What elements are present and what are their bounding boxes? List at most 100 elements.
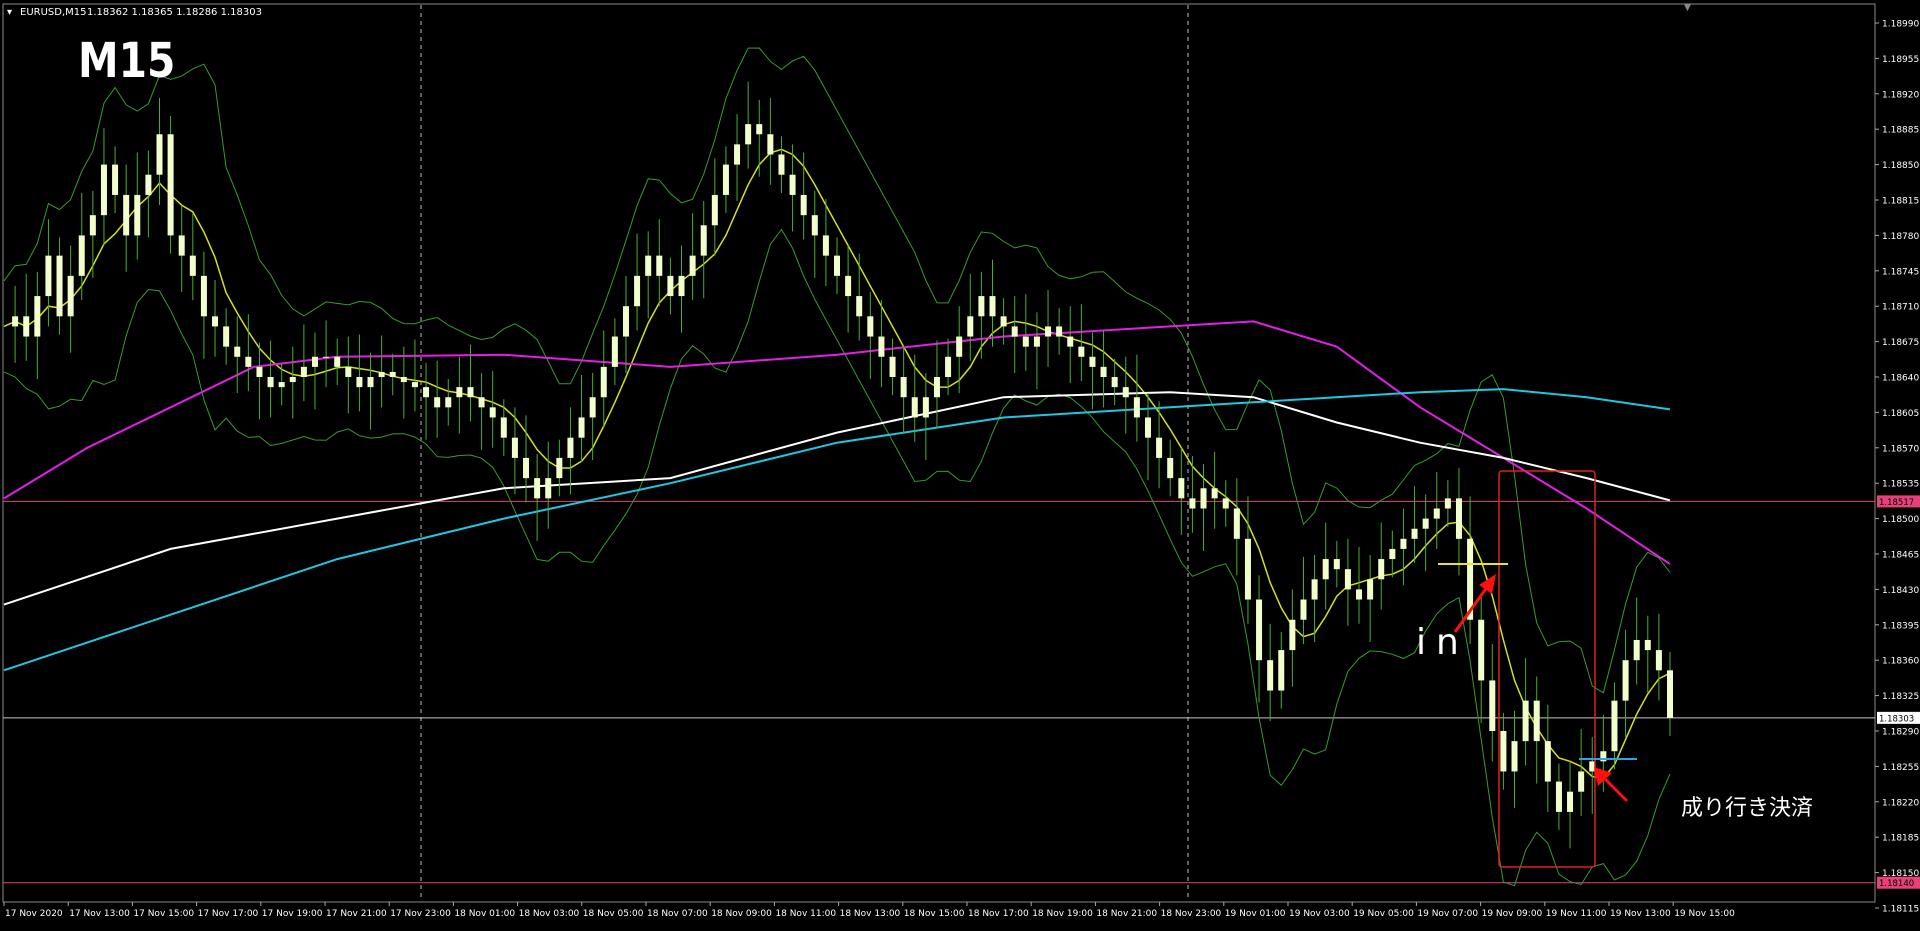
candle-body — [256, 366, 263, 377]
time-tick-label: 17 Nov 13:00 — [69, 909, 130, 919]
candle-body — [178, 235, 185, 256]
price-tick-label: 1.18290 — [1882, 728, 1919, 738]
time-tick-label: 19 Nov 07:00 — [1417, 909, 1478, 919]
candle-body — [1144, 417, 1151, 438]
candle-body — [1111, 377, 1118, 388]
candle-body — [500, 417, 507, 438]
candle-body — [456, 387, 463, 398]
candle-body — [922, 397, 929, 418]
candle-body — [67, 275, 74, 317]
candle-body — [411, 382, 418, 388]
candle-body — [689, 255, 696, 276]
candle-body — [434, 397, 441, 408]
time-tick-label: 18 Nov 21:00 — [1096, 909, 1157, 919]
time-tick-label: 17 Nov 19:00 — [262, 909, 323, 919]
candle-body — [867, 316, 874, 337]
candle-body — [900, 377, 907, 398]
candle-body — [967, 316, 974, 337]
chart-shift-icon[interactable]: ▼ — [1684, 3, 1691, 13]
candle-body — [1233, 508, 1240, 539]
candle-body — [189, 255, 196, 276]
symbol-timeframe: EURUSD,M15 — [20, 7, 86, 18]
candle-body — [1389, 548, 1396, 560]
price-tag-low: 1.18140 — [1879, 879, 1914, 889]
candle-body — [245, 356, 252, 367]
timeframe-label: M15 — [78, 33, 175, 89]
candle-body — [1422, 518, 1429, 529]
candle-body — [167, 134, 174, 236]
candle-body — [1178, 478, 1185, 499]
candle-body — [545, 478, 552, 499]
price-tick-label: 1.18185 — [1882, 834, 1919, 844]
candle-body — [45, 255, 52, 297]
candle-body — [1411, 528, 1418, 539]
candle-body — [611, 336, 618, 367]
price-tick-label: 1.18535 — [1882, 480, 1919, 490]
price-tick-label: 1.18605 — [1882, 409, 1919, 419]
candle-body — [567, 437, 574, 458]
symbol-dropdown-icon[interactable]: ▾ — [7, 7, 12, 18]
candle-body — [212, 316, 219, 327]
candle-body — [1311, 579, 1318, 600]
candle-body — [1322, 559, 1329, 580]
price-tick-label: 1.18465 — [1882, 551, 1919, 561]
candle-body — [956, 336, 963, 357]
candle-body — [1056, 326, 1063, 337]
price-tick-label: 1.18360 — [1882, 657, 1919, 667]
chart-window[interactable]: 1.18990 1.18955 1.18920 1.18885 1.18850 1.188… — [0, 0, 1920, 927]
time-tick-label: 19 Nov 13:00 — [1610, 909, 1671, 919]
candle-body — [511, 437, 518, 458]
candle-body — [1444, 498, 1451, 509]
price-tag-high: 1.18517 — [1879, 498, 1914, 508]
candle-body — [78, 235, 85, 276]
candle-body — [989, 296, 996, 317]
candle-body — [1356, 589, 1363, 600]
candle-body — [323, 356, 330, 358]
candle-body — [1611, 700, 1618, 752]
candle-body — [1578, 771, 1585, 792]
candle-body — [1667, 670, 1673, 718]
candle-body — [400, 377, 407, 383]
price-tick-label: 1.18885 — [1882, 126, 1919, 136]
candle-body — [200, 275, 207, 317]
candle-body — [1455, 498, 1462, 539]
price-chart[interactable]: 1.18990 1.18955 1.18920 1.18885 1.18850 1.188… — [0, 0, 1920, 927]
price-tick-label: 1.18395 — [1882, 621, 1919, 631]
price-tag-current: 1.18303 — [1879, 714, 1914, 724]
candle-body — [1278, 650, 1285, 691]
candle-body — [112, 164, 119, 195]
candle-body — [134, 194, 141, 236]
candle-body — [523, 457, 530, 479]
candle-body — [856, 296, 863, 317]
candle-body — [1622, 660, 1629, 701]
candle-body — [1200, 488, 1207, 509]
candle-body — [1333, 559, 1340, 570]
candle-body — [445, 397, 452, 408]
candle-body — [489, 407, 496, 418]
time-tick-label: 18 Nov 03:00 — [519, 909, 580, 919]
candle-body — [1367, 579, 1374, 600]
candle-body — [1045, 326, 1052, 337]
candle-body — [378, 371, 385, 377]
price-tick-label: 1.18325 — [1882, 692, 1919, 702]
candle-body — [800, 194, 807, 216]
candle-body — [267, 377, 274, 388]
candle-body — [1555, 781, 1562, 812]
candle-body — [1511, 741, 1518, 772]
candle-body — [1433, 508, 1440, 519]
candle-body — [534, 478, 541, 499]
candle-body — [1644, 639, 1651, 651]
candle-body — [778, 154, 785, 175]
time-tick-label: 17 Nov 2020 — [5, 909, 63, 919]
candle-body — [1267, 660, 1274, 691]
candle-body — [1000, 316, 1007, 327]
candle-body — [1189, 498, 1196, 509]
candle-body — [423, 387, 430, 398]
time-tick-label: 19 Nov 01:00 — [1225, 909, 1286, 919]
candle-body — [1478, 619, 1485, 681]
price-tick-label: 1.18955 — [1882, 55, 1919, 65]
candle-body — [478, 397, 485, 408]
candle-body — [1533, 700, 1540, 742]
candle-body — [667, 275, 674, 297]
candle-body — [822, 235, 829, 256]
